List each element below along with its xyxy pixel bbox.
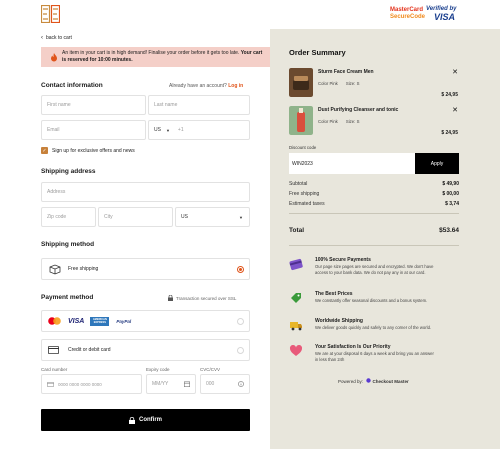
lock-icon bbox=[129, 416, 135, 424]
city-input[interactable]: City bbox=[98, 207, 173, 227]
lock-icon bbox=[168, 295, 173, 301]
free-shipping-radio[interactable] bbox=[237, 266, 244, 273]
cvv-input[interactable]: 000 bbox=[200, 374, 250, 394]
country-code-select[interactable]: US bbox=[154, 127, 161, 133]
package-icon bbox=[49, 264, 61, 275]
paypal-logo: PayPal bbox=[116, 318, 132, 324]
shipping-method-title: Shipping method bbox=[41, 241, 95, 248]
info-icon[interactable] bbox=[238, 381, 244, 387]
cart-item: Dust Purifying Cleanser and tonic Color … bbox=[289, 106, 461, 142]
card-payment-radio[interactable] bbox=[237, 347, 244, 354]
mastercard-securecode-badge: MasterCard SecureCode bbox=[390, 7, 426, 20]
visa-logo: VISA bbox=[68, 317, 85, 325]
satisfaction-heart-icon bbox=[289, 344, 303, 356]
address-input[interactable]: Address bbox=[41, 182, 250, 202]
price-tag-icon bbox=[291, 293, 301, 303]
mastercard-logo-icon bbox=[48, 317, 61, 325]
free-shipping-option[interactable]: Free shipping bbox=[41, 258, 250, 280]
cvv-label: CVC/CVV bbox=[200, 367, 221, 372]
email-input[interactable]: Email bbox=[41, 120, 146, 140]
ssl-note: Transaction secured over SSL bbox=[168, 295, 236, 301]
face-cream-thumbnail bbox=[289, 68, 313, 97]
verified-by-visa-badge: Verified by VISA bbox=[426, 6, 457, 22]
remove-item-icon[interactable]: ✕ bbox=[452, 106, 458, 114]
fire-icon bbox=[51, 53, 57, 62]
country-select[interactable]: US ▼ bbox=[175, 207, 250, 227]
chevron-left-icon: ‹ bbox=[41, 35, 43, 41]
login-link[interactable]: Log in bbox=[228, 83, 243, 89]
checkmark-icon: ✓ bbox=[42, 147, 47, 154]
contact-section-title: Contact information bbox=[41, 82, 103, 89]
zip-code-input[interactable]: Zip code bbox=[41, 207, 96, 227]
calendar-icon bbox=[184, 381, 190, 387]
payment-method-title: Payment method bbox=[41, 294, 94, 301]
card-number-label: Card number bbox=[41, 367, 68, 372]
brand-monogram-logo[interactable] bbox=[41, 5, 60, 23]
account-prompt: Already have an account? Log in bbox=[169, 83, 244, 89]
expiry-input[interactable]: MM/YY bbox=[146, 374, 196, 394]
first-name-input[interactable]: First name bbox=[41, 95, 146, 115]
cart-item: Sturm Face Cream Men Color Pink Size: S … bbox=[289, 68, 461, 104]
chevron-down-icon: ▼ bbox=[239, 214, 243, 220]
divider bbox=[289, 213, 459, 214]
powered-by: Powered by: Checkout Master bbox=[338, 378, 409, 384]
offers-checkbox[interactable]: ✓ bbox=[41, 147, 48, 154]
delivery-truck-icon bbox=[290, 322, 302, 331]
wallet-payment-radio[interactable] bbox=[237, 318, 244, 325]
checkout-page: MasterCard SecureCode Verified by VISA ‹… bbox=[0, 0, 500, 449]
wallet-payment-option[interactable]: VISA AMERICAN EXPRESS PayPal bbox=[41, 310, 250, 332]
top-bar: MasterCard SecureCode Verified by VISA bbox=[0, 0, 500, 29]
order-summary-title: Order Summary bbox=[289, 48, 346, 57]
discount-code-label: Discount code bbox=[289, 145, 317, 150]
divider bbox=[289, 245, 459, 246]
taxes-row: Estimated taxes $ 3,74 bbox=[289, 201, 459, 207]
offers-checkbox-row[interactable]: ✓ Sign up for exclusive offers and news bbox=[41, 147, 135, 154]
chevron-down-icon: ▼ bbox=[165, 127, 170, 133]
card-payment-option[interactable]: Credit or debit card bbox=[41, 339, 250, 361]
discount-code-input[interactable]: WIN2023 bbox=[289, 153, 415, 174]
order-total-row: Total $53.64 bbox=[289, 227, 459, 234]
cleanser-thumbnail bbox=[289, 106, 313, 135]
phone-input[interactable]: US ▼ +1 bbox=[148, 120, 250, 140]
shipping-cost-row: Free shipping $ 00,00 bbox=[289, 191, 459, 197]
credit-card-icon bbox=[47, 381, 54, 387]
credit-card-icon bbox=[289, 258, 303, 271]
last-name-input[interactable]: Last name bbox=[148, 95, 250, 115]
card-number-input[interactable]: 0000 0000 0000 0000 bbox=[41, 374, 142, 394]
amex-logo: AMERICAN EXPRESS bbox=[90, 316, 110, 326]
checkout-form-panel: ‹ back to cart An item in your cart is i… bbox=[0, 29, 270, 449]
remove-item-icon[interactable]: ✕ bbox=[452, 68, 458, 76]
checkout-master-logo-icon bbox=[366, 378, 371, 383]
expiry-label: Expiry code bbox=[146, 367, 170, 372]
shipping-address-title: Shipping address bbox=[41, 168, 96, 175]
high-demand-alert: An item in your cart is in high demand! … bbox=[41, 47, 270, 67]
back-to-cart-link[interactable]: ‹ back to cart bbox=[41, 35, 72, 41]
subtotal-row: Subtotal $ 49,90 bbox=[289, 181, 459, 187]
credit-card-icon bbox=[48, 346, 59, 354]
apply-discount-button[interactable]: Apply bbox=[415, 153, 459, 174]
confirm-button[interactable]: Confirm bbox=[41, 409, 250, 431]
